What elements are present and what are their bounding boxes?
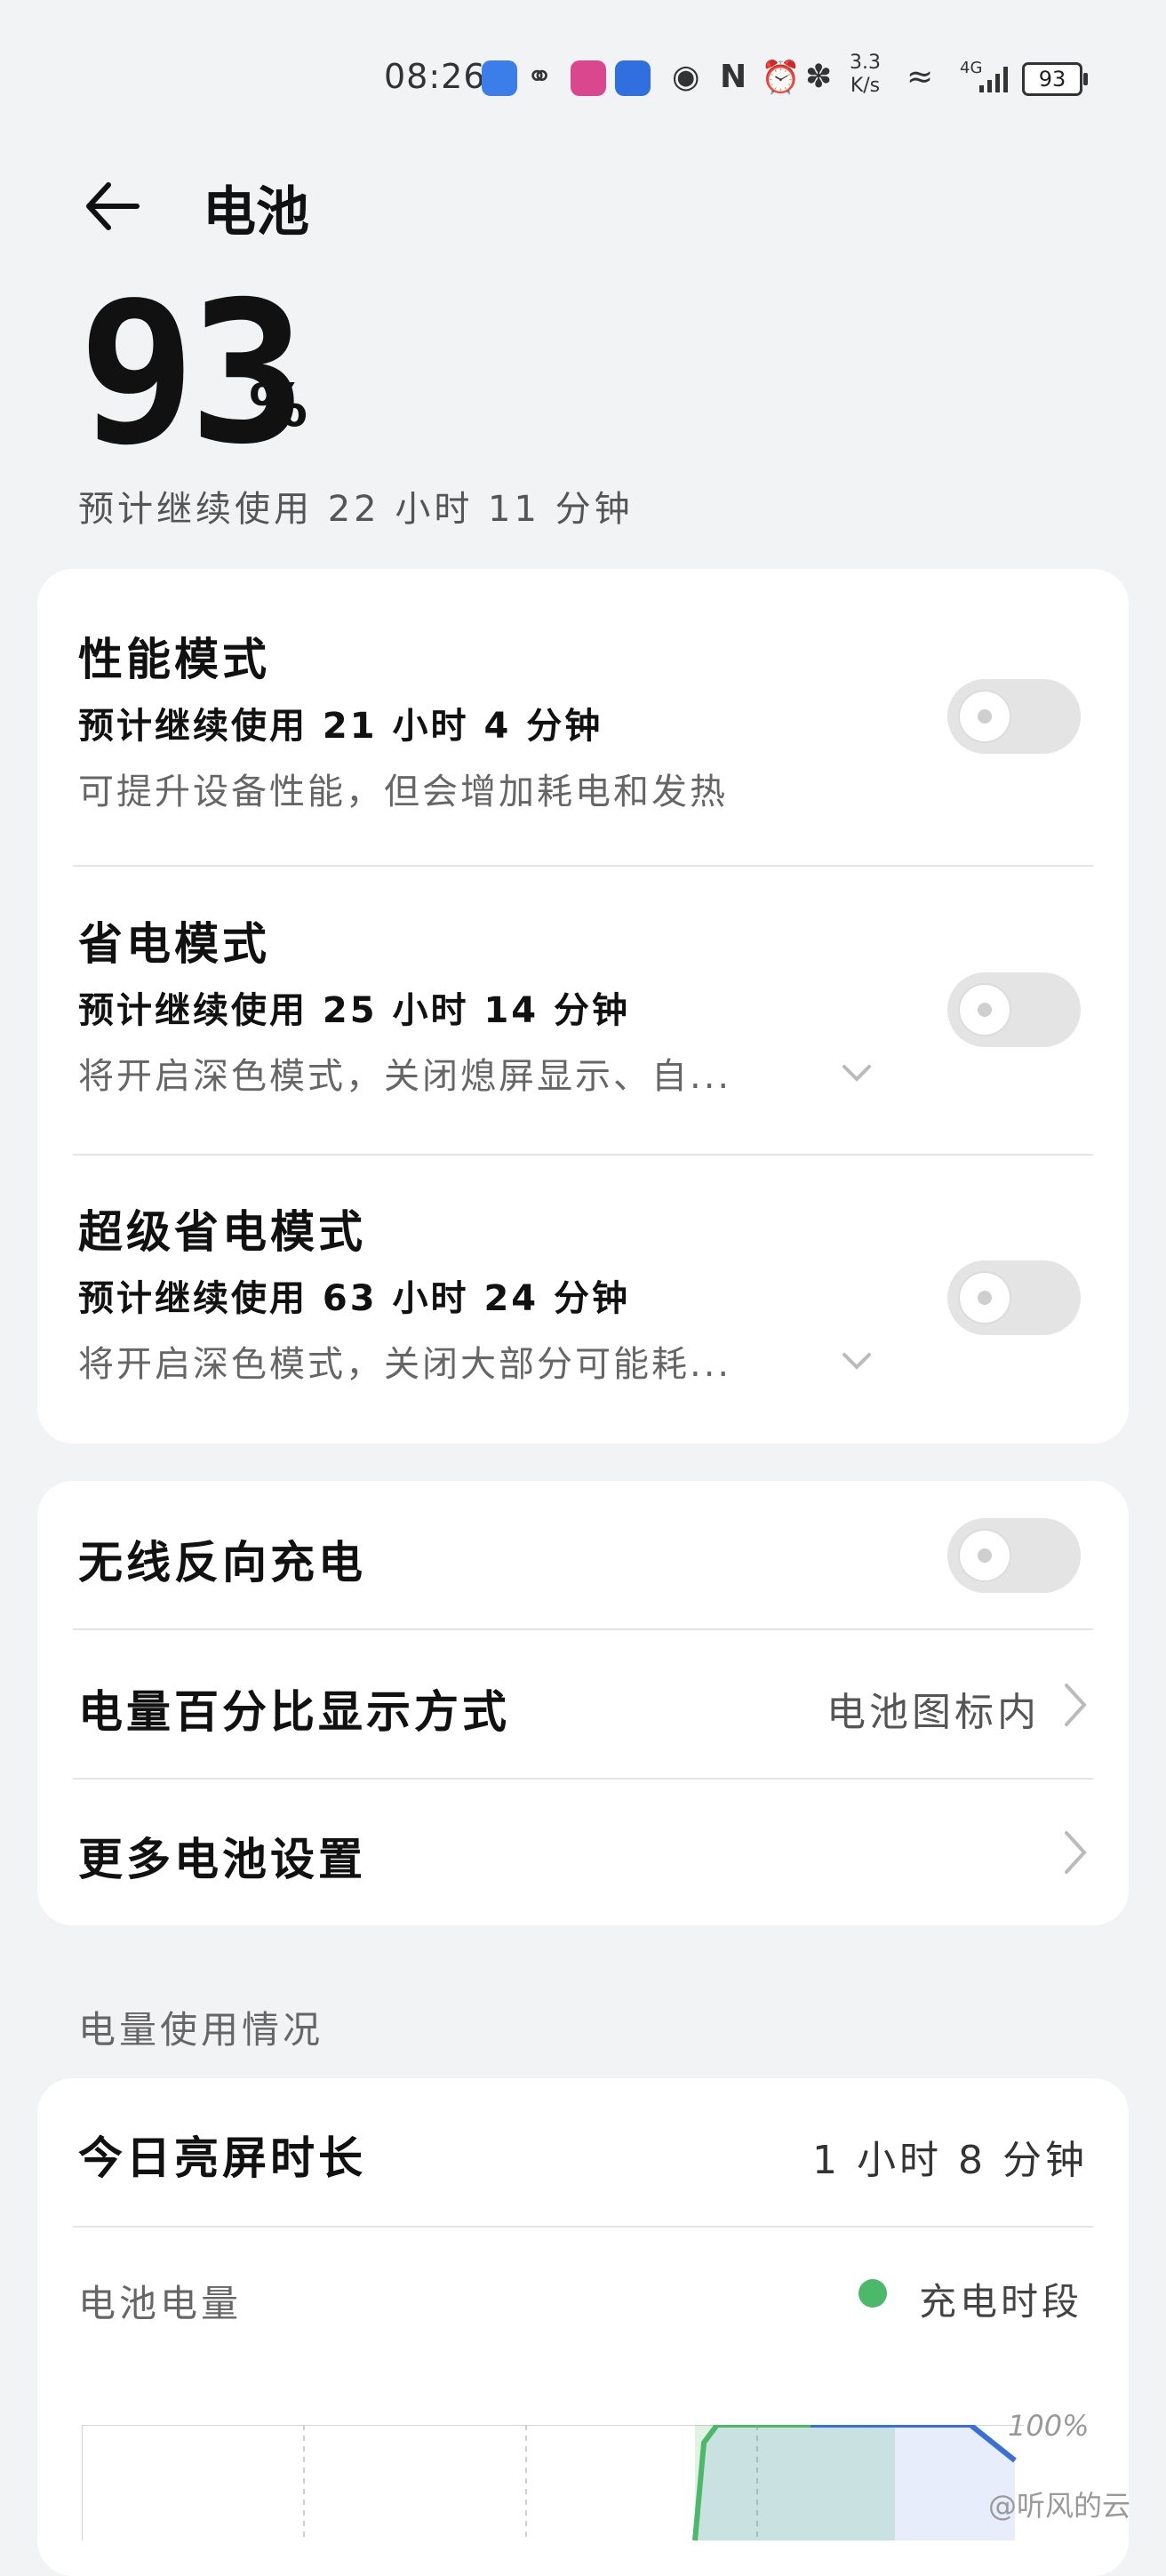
performance-mode-toggle[interactable] [947,679,1081,754]
nfc-icon: N [720,59,747,95]
charging-legend-label: 充电时段 [919,2280,1083,2324]
wireless-reverse-charging-toggle[interactable] [947,1518,1081,1593]
alipay-icon [615,60,651,96]
battery-settings-card: 无线反向充电 电量百分比显示方式 电池图标内 更多电池设置 [37,1481,1129,1925]
wireless-reverse-charging-label: 无线反向充电 [78,1537,366,1588]
more-battery-settings-row[interactable]: 更多电池设置 [37,1780,1129,1925]
chevron-down-icon[interactable] [841,1344,873,1376]
super-power-saving-mode-title: 超级省电模式 [78,1206,366,1258]
chevron-right-icon [1065,1684,1087,1726]
power-saving-mode-title: 省电模式 [78,918,270,970]
alarm-icon: ⏰ [761,60,801,96]
super-power-saving-mode-toggle[interactable] [947,1260,1081,1335]
battery-percent-sign: % [249,372,308,440]
watermark: @听风的云 [987,2489,1130,2523]
performance-mode-desc: 可提升设备性能，但会增加耗电和发热 [78,772,728,812]
usage-card: 今日亮屏时长 1 小时 8 分钟 电池电量 充电时段 100% [37,2078,1129,2576]
divider [73,2226,1093,2228]
battery-level-label: 电池电量 [78,2282,243,2325]
wireless-reverse-charging-row[interactable]: 无线反向充电 [37,1481,1129,1628]
charging-legend-dot [859,2279,887,2308]
app-pink-icon [571,60,606,96]
power-saving-mode-toggle[interactable] [947,972,1081,1047]
chart-y-max-label: 100% [1008,2409,1090,2443]
power-saving-mode-estimate: 预计继续使用 25 小时 14 分钟 [78,990,631,1031]
performance-mode-row[interactable]: 性能模式 预计继续使用 21 小时 4 分钟 可提升设备性能，但会增加耗电和发热 [37,569,1129,864]
wifi-icon: ≈ [906,59,934,95]
super-power-saving-mode-estimate: 预计继续使用 63 小时 24 分钟 [78,1278,631,1319]
signal-icon [979,67,1008,92]
wechat-icon: ⚭ [526,59,554,95]
chevron-down-icon[interactable] [841,1056,873,1088]
performance-mode-title: 性能模式 [78,634,270,685]
network-speed: 3.3 K/s [850,52,881,98]
percent-display-row[interactable]: 电量百分比显示方式 电池图标内 [37,1630,1129,1778]
network-speed-value: 3.3 [850,52,881,74]
app-c-icon [482,60,517,96]
performance-mode-estimate: 预计继续使用 21 小时 4 分钟 [78,706,603,747]
screen-time-label: 今日亮屏时长 [78,2132,366,2184]
power-saving-mode-desc: 将开启深色模式，关闭熄屏显示、自... [78,1056,732,1097]
status-time: 08:26 [384,57,486,96]
battery-area [695,2425,1015,2540]
screen-time-value: 1 小时 8 分钟 [812,2138,1088,2183]
super-power-saving-mode-row[interactable]: 超级省电模式 预计继续使用 63 小时 24 分钟 将开启深色模式，关闭大部分可… [37,1156,1129,1444]
bluetooth-icon: ✽ [805,59,833,95]
status-bar: 08:26 ⚭ ◉ N ⏰ ✽ 3.3 K/s ≈ 4G 93 [0,0,1166,133]
page-title: 电池 [203,181,309,244]
battery-estimate: 预计继续使用 22 小时 11 分钟 [78,489,634,530]
chevron-right-icon [1065,1831,1087,1874]
battery-icon: 93 [1022,62,1088,96]
power-saving-mode-row[interactable]: 省电模式 预计继续使用 25 小时 14 分钟 将开启深色模式，关闭熄屏显示、自… [37,868,1129,1152]
network-speed-unit: K/s [850,75,881,97]
eye-icon: ◉ [672,59,700,95]
usage-section-label: 电量使用情况 [78,2008,324,2052]
back-arrow-icon[interactable] [78,171,149,242]
percent-display-label: 电量百分比显示方式 [78,1686,510,1738]
percent-display-value: 电池图标内 [827,1690,1040,1735]
divider [73,865,1093,867]
more-battery-settings-label: 更多电池设置 [78,1834,366,1885]
super-power-saving-mode-desc: 将开启深色模式，关闭大部分可能耗... [78,1344,732,1385]
power-modes-card: 性能模式 预计继续使用 21 小时 4 分钟 可提升设备性能，但会增加耗电和发热… [37,569,1129,1444]
battery-level-chart [82,2425,1024,2540]
